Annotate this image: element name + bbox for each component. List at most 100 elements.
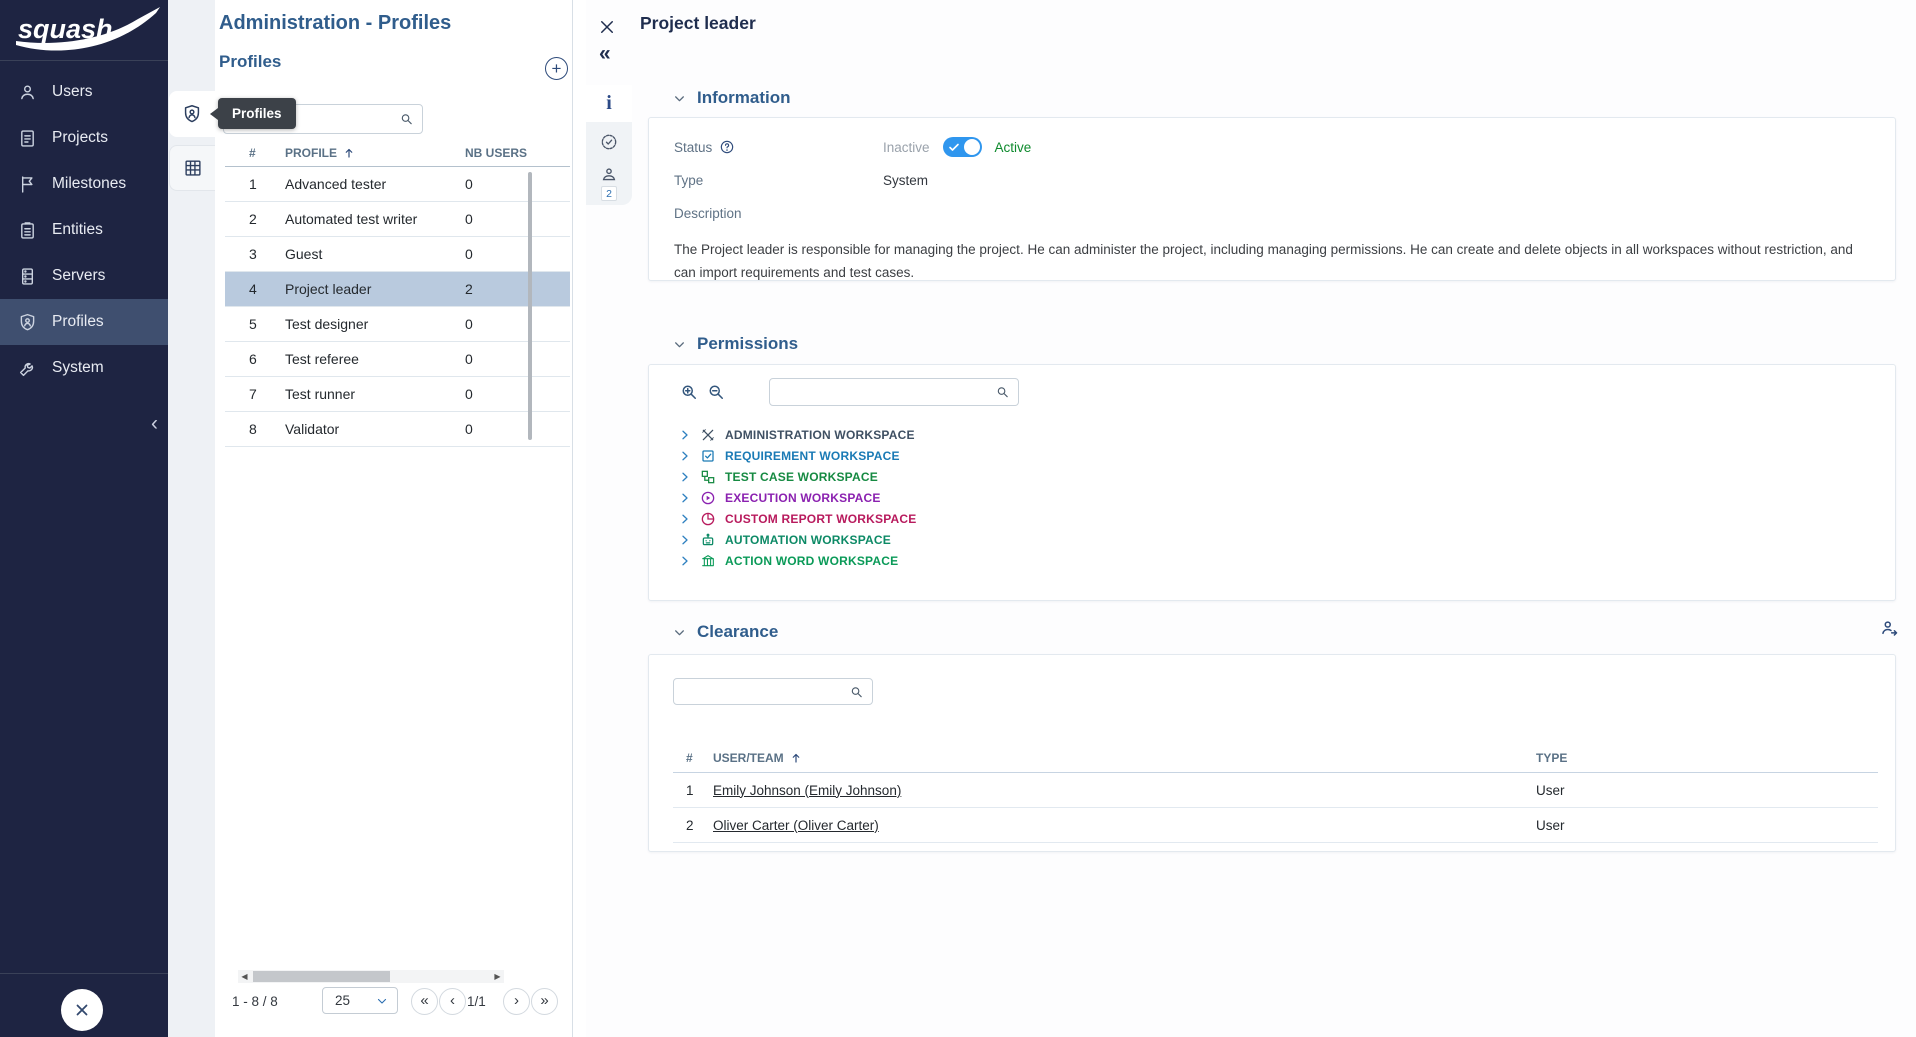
exit-administration-button[interactable]	[61, 989, 103, 1031]
section-title: Information	[697, 88, 791, 108]
chevron-right-icon	[679, 429, 691, 441]
search-icon[interactable]	[995, 385, 1010, 400]
chevron-down-icon[interactable]	[673, 338, 686, 351]
table-row-selected[interactable]: 4Project leader2	[225, 272, 570, 307]
tree-item-administration[interactable]: ADMINISTRATION WORKSPACE	[679, 424, 1895, 445]
clearance-search-input[interactable]	[674, 679, 872, 704]
page-size-select[interactable]: 25	[322, 987, 398, 1014]
col-profile[interactable]: PROFILE	[285, 146, 465, 160]
divider	[0, 973, 168, 974]
tree-item-automation[interactable]: AUTOMATION WORKSPACE	[679, 529, 1895, 550]
pie-chart-icon	[700, 511, 716, 527]
collapse-all-icon[interactable]	[706, 382, 726, 402]
permissions-search	[769, 378, 1019, 406]
tab-profiles[interactable]	[169, 91, 215, 137]
chevron-down-icon[interactable]	[673, 92, 686, 105]
table-row[interactable]: 8Validator0	[225, 412, 570, 447]
col-user-team[interactable]: USER/TEAM	[713, 751, 1536, 765]
panel-subtitle: Profiles	[219, 52, 281, 72]
detail-title: Project leader	[640, 13, 756, 34]
grid-icon	[182, 157, 204, 179]
information-section-header: Information	[648, 86, 1897, 110]
table-row[interactable]: 2Automated test writer0	[225, 202, 570, 237]
table-row[interactable]: 5Test designer0	[225, 307, 570, 342]
page-indicator: 1/1	[467, 994, 486, 1009]
search-icon[interactable]	[849, 684, 864, 699]
type-value: System	[883, 173, 928, 188]
sort-asc-icon	[790, 752, 802, 764]
first-page-button[interactable]: «	[411, 988, 438, 1015]
close-detail-icon[interactable]	[598, 18, 616, 36]
sidebar-item-profiles[interactable]: Profiles	[0, 299, 168, 345]
vertical-scrollbar[interactable]	[528, 172, 532, 440]
sidebar-item-milestones[interactable]: Milestones	[0, 161, 168, 207]
robot-icon	[700, 532, 716, 548]
page-title: Administration - Profiles	[219, 12, 451, 35]
chevron-right-icon	[679, 450, 691, 462]
clearance-table: # USER/TEAM TYPE 1 Emily Johnson (Emily …	[673, 744, 1878, 843]
status-toggle[interactable]	[943, 137, 982, 157]
sidebar-item-projects[interactable]: Projects	[0, 115, 168, 161]
permissions-search-input[interactable]	[770, 379, 1018, 405]
table-row[interactable]: 1Advanced tester0	[225, 167, 570, 202]
collapse-rail-icon[interactable]: «	[599, 42, 611, 66]
col-num: #	[249, 146, 285, 160]
sidebar-item-label: Users	[52, 83, 92, 101]
help-icon[interactable]	[719, 139, 735, 155]
profiles-tooltip: Profiles	[218, 98, 296, 129]
requirement-icon	[700, 448, 716, 464]
table-row[interactable]: 3Guest0	[225, 237, 570, 272]
chevron-right-icon	[679, 492, 691, 504]
shield-person-icon	[181, 103, 203, 125]
last-page-button[interactable]: »	[531, 988, 558, 1015]
tree-item-execution[interactable]: EXECUTION WORKSPACE	[679, 487, 1895, 508]
chevron-down-icon[interactable]	[673, 626, 686, 639]
sidebar-item-system[interactable]: System	[0, 345, 168, 391]
logo-text: squash	[18, 14, 113, 44]
table-row[interactable]: 6Test referee0	[225, 342, 570, 377]
information-card: Status Inactive Active Type System Descr…	[648, 117, 1896, 281]
user-link[interactable]: Emily Johnson (Emily Johnson)	[713, 783, 901, 798]
section-title: Permissions	[697, 334, 798, 354]
search-icon[interactable]	[399, 112, 414, 127]
scroll-left-icon[interactable]: ◀	[238, 970, 251, 983]
table-row[interactable]: 7Test runner0	[225, 377, 570, 412]
sidebar-collapse-icon[interactable]: ‹	[151, 412, 158, 436]
squash-logo[interactable]: squash	[10, 5, 162, 57]
tooltip-text: Profiles	[232, 106, 282, 121]
horizontal-scrollbar: ◀ ▶	[238, 970, 504, 983]
sidebar-item-entities[interactable]: Entities	[0, 207, 168, 253]
tab-information[interactable]: i	[586, 85, 632, 122]
admin-sidebar: squash Users Projects Milestones	[0, 0, 168, 1037]
tree-item-test-case[interactable]: TEST CASE WORKSPACE	[679, 466, 1895, 487]
pagination-range: 1 - 8 / 8	[232, 994, 278, 1009]
scroll-right-icon[interactable]: ▶	[491, 970, 504, 983]
sidebar-item-label: Servers	[52, 267, 105, 285]
tab-permission-grid[interactable]	[169, 145, 215, 191]
sidebar-item-users[interactable]: Users	[0, 69, 168, 115]
tab-clearance[interactable]: 2	[586, 161, 632, 205]
admin-tools-icon	[700, 427, 716, 443]
tree-item-custom-report[interactable]: CUSTOM REPORT WORKSPACE	[679, 508, 1895, 529]
next-page-button[interactable]: ›	[503, 988, 530, 1015]
chevron-right-icon	[679, 555, 691, 567]
tree-item-requirement[interactable]: REQUIREMENT WORKSPACE	[679, 445, 1895, 466]
add-profile-button[interactable]: +	[545, 57, 568, 80]
expand-all-icon[interactable]	[679, 382, 699, 402]
projects-icon	[17, 128, 38, 149]
system-icon	[17, 358, 38, 379]
sidebar-item-servers[interactable]: Servers	[0, 253, 168, 299]
col-nb-users[interactable]: NB USERS	[465, 146, 570, 160]
tab-permissions[interactable]	[586, 127, 632, 157]
chevron-right-icon	[679, 471, 691, 483]
sidebar-nav: Users Projects Milestones Entities	[0, 69, 168, 391]
profiles-table-header: # PROFILE NB USERS	[225, 140, 570, 167]
previous-page-button[interactable]: ‹	[439, 988, 466, 1015]
description-label: Description	[674, 206, 883, 221]
tree-item-action-word[interactable]: ACTION WORD WORKSPACE	[679, 550, 1895, 571]
col-type[interactable]: TYPE	[1536, 751, 1878, 765]
scrollbar-thumb[interactable]	[253, 971, 390, 982]
add-user-icon[interactable]	[1879, 618, 1900, 639]
user-link[interactable]: Oliver Carter (Oliver Carter)	[713, 818, 879, 833]
entities-icon	[17, 220, 38, 241]
